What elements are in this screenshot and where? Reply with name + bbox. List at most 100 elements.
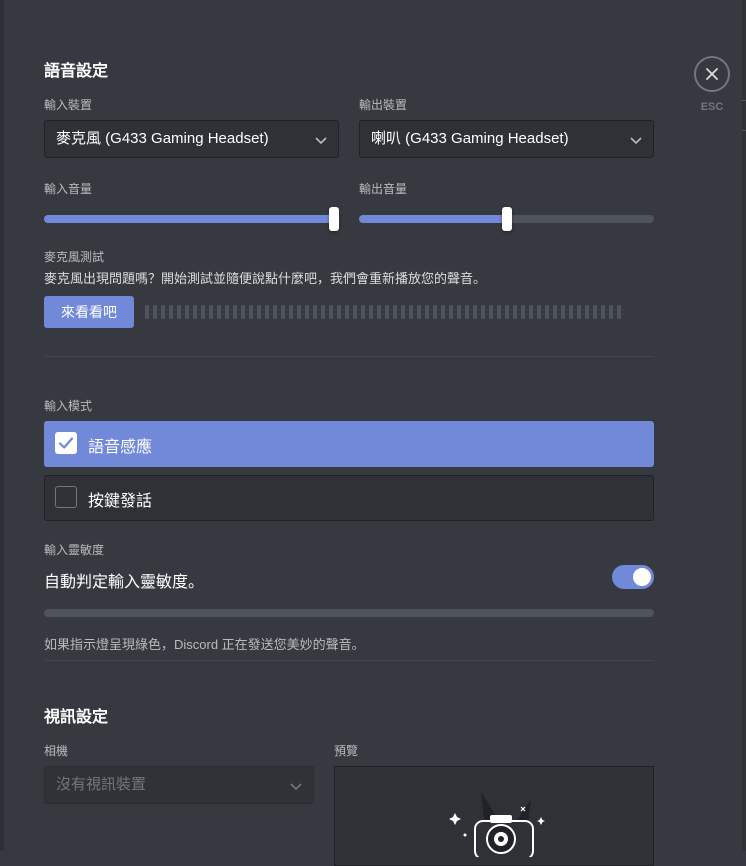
meter-bar: [169, 305, 173, 319]
output-volume-label: 輸出音量: [359, 182, 408, 196]
meter-bar: [281, 305, 285, 319]
meter-bar: [225, 305, 229, 319]
meter-bar: [185, 305, 189, 319]
meter-bar: [369, 305, 373, 319]
sensitivity-meter: [44, 609, 654, 617]
mic-test-description: 麥克風出現問題嗎？開始測試並隨便說點什麼吧，我們會重新播放您的聲音。: [44, 271, 487, 286]
meter-bar: [193, 305, 197, 319]
output-device-select[interactable]: 喇叭 (G433 Gaming Headset): [359, 120, 654, 158]
meter-bar: [145, 305, 149, 319]
meter-bar: [233, 305, 237, 319]
checkbox-unchecked: [55, 486, 77, 508]
auto-sensitivity-toggle[interactable]: [612, 565, 654, 589]
camera-select[interactable]: 沒有視訊裝置: [44, 766, 314, 804]
chevron-down-icon: [630, 137, 642, 145]
meter-bar: [257, 305, 261, 319]
meter-bar: [361, 305, 365, 319]
meter-bar: [553, 305, 557, 319]
meter-bar: [329, 305, 333, 319]
meter-bar: [617, 305, 621, 319]
camera-label: 相機: [44, 744, 69, 758]
meter-bar: [353, 305, 357, 319]
input-mode-option-label: 語音感應: [88, 439, 153, 456]
input-volume-handle[interactable]: [329, 207, 339, 231]
meter-bar: [417, 305, 421, 319]
meter-bar: [585, 305, 589, 319]
meter-bar: [537, 305, 541, 319]
meter-bar: [161, 305, 165, 319]
toggle-knob: [633, 568, 651, 586]
meter-bar: [313, 305, 317, 319]
input-volume-label: 輸入音量: [44, 182, 93, 196]
meter-bar: [297, 305, 301, 319]
input-mode-push-to-talk[interactable]: 按鍵發話: [44, 475, 654, 521]
meter-bar: [513, 305, 517, 319]
meter-bar: [441, 305, 445, 319]
meter-bar: [545, 305, 549, 319]
input-mode-option-label: 按鍵發話: [88, 493, 153, 510]
meter-bar: [385, 305, 389, 319]
meter-bar: [561, 305, 565, 319]
voice-settings-title: 語音設定: [44, 63, 109, 80]
camera-select-value: 沒有視訊裝置: [56, 776, 147, 793]
meter-bar: [449, 305, 453, 319]
auto-sensitivity-label: 自動判定輸入靈敏度。: [44, 574, 205, 591]
gutter-divider: [742, 100, 746, 101]
meter-bar: [321, 305, 325, 319]
input-volume-fill: [44, 215, 334, 223]
meter-bar: [249, 305, 253, 319]
meter-bar: [401, 305, 405, 319]
meter-bar: [273, 305, 277, 319]
mic-level-meter: [145, 304, 621, 320]
meter-bar: [457, 305, 461, 319]
meter-bar: [265, 305, 269, 319]
meter-bar: [153, 305, 157, 319]
meter-bar: [521, 305, 525, 319]
esc-label: ESC: [700, 101, 724, 113]
preview-label: 預覽: [334, 744, 359, 758]
meter-bar: [529, 305, 533, 319]
meter-bar: [289, 305, 293, 319]
check-icon: [58, 437, 74, 449]
video-settings-title: 視訊設定: [44, 709, 109, 726]
meter-bar: [489, 305, 493, 319]
input-mode-voice-activity[interactable]: 語音感應: [44, 421, 654, 467]
sensitivity-hint: 如果指示燈呈現綠色，Discord 正在發送您美妙的聲音。: [44, 637, 365, 652]
output-volume-handle[interactable]: [502, 207, 512, 231]
output-volume-slider[interactable]: [359, 207, 654, 231]
meter-bar: [433, 305, 437, 319]
video-preview: [334, 766, 654, 866]
close-button[interactable]: [694, 56, 730, 92]
input-device-value: 麥克風 (G433 Gaming Headset): [56, 130, 269, 147]
camera-illustration: [449, 792, 545, 857]
meter-bar: [609, 305, 613, 319]
close-icon: [706, 68, 718, 80]
meter-bar: [209, 305, 213, 319]
meter-bar: [481, 305, 485, 319]
meter-bar: [505, 305, 509, 319]
meter-bar: [393, 305, 397, 319]
input-volume-slider[interactable]: [44, 207, 339, 231]
output-volume-fill: [359, 215, 507, 223]
meter-bar: [337, 305, 341, 319]
input-sensitivity-label: 輸入靈敏度: [44, 543, 105, 557]
meter-bar: [377, 305, 381, 319]
meter-bar: [601, 305, 605, 319]
section-divider: [44, 660, 654, 661]
meter-bar: [497, 305, 501, 319]
chevron-down-icon: [315, 137, 327, 145]
checkbox-checked: [55, 432, 77, 454]
output-device-value: 喇叭 (G433 Gaming Headset): [371, 130, 569, 147]
meter-bar: [569, 305, 573, 319]
meter-bar: [473, 305, 477, 319]
section-divider: [44, 356, 654, 357]
input-device-select[interactable]: 麥克風 (G433 Gaming Headset): [44, 120, 339, 158]
meter-bar: [425, 305, 429, 319]
meter-bar: [305, 305, 309, 319]
meter-bar: [465, 305, 469, 319]
meter-bar: [593, 305, 597, 319]
meter-bar: [577, 305, 581, 319]
gutter-divider: [742, 130, 746, 131]
mic-test-button[interactable]: 來看看吧: [44, 296, 134, 328]
input-mode-label: 輸入模式: [44, 399, 93, 413]
